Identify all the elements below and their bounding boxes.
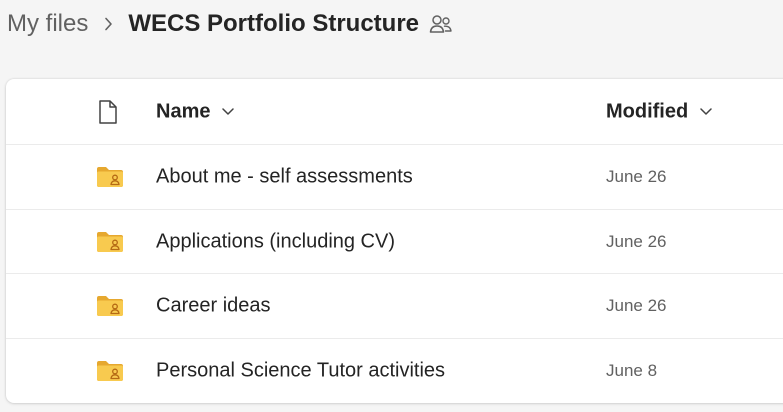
modified-date: June 26 xyxy=(606,231,667,251)
chevron-right-icon xyxy=(104,17,113,31)
shared-folder-icon xyxy=(96,231,124,253)
file-name[interactable]: Personal Science Tutor activities xyxy=(156,360,445,383)
chevron-down-icon xyxy=(222,108,235,116)
document-icon[interactable] xyxy=(98,99,118,125)
file-name[interactable]: Applications (including CV) xyxy=(156,230,395,253)
shared-folder-icon xyxy=(96,295,124,317)
breadcrumb-current-folder: WECS Portfolio Structure xyxy=(128,10,420,37)
file-name[interactable]: About me - self assessments xyxy=(156,166,413,189)
shared-folder-icon xyxy=(96,166,124,188)
people-shared-icon[interactable] xyxy=(429,13,453,35)
table-row[interactable]: About me - self assessments June 26 xyxy=(6,145,783,210)
chevron-down-icon xyxy=(700,108,712,116)
table-row[interactable]: Career ideas June 26 xyxy=(6,274,783,339)
modified-date: June 26 xyxy=(606,167,667,186)
modified-date: June 8 xyxy=(606,361,658,380)
breadcrumb-my-files[interactable]: My files xyxy=(7,10,88,38)
column-header-row: Name Modified xyxy=(6,79,783,145)
column-header-name-label: Name xyxy=(156,100,211,122)
column-header-modified[interactable]: Modified xyxy=(606,100,712,123)
shared-folder-icon xyxy=(96,360,124,382)
column-header-name[interactable]: Name xyxy=(156,100,235,123)
modified-date: June 26 xyxy=(606,296,667,315)
file-name[interactable]: Career ideas xyxy=(156,295,271,318)
breadcrumb: My files WECS Portfolio Structure xyxy=(7,6,453,42)
column-header-modified-label: Modified xyxy=(606,100,689,122)
table-row[interactable]: Personal Science Tutor activities June 8 xyxy=(6,339,783,403)
file-list: Name Modified About me - self assessment… xyxy=(6,79,783,403)
table-row[interactable]: Applications (including CV) June 26 xyxy=(6,210,783,274)
